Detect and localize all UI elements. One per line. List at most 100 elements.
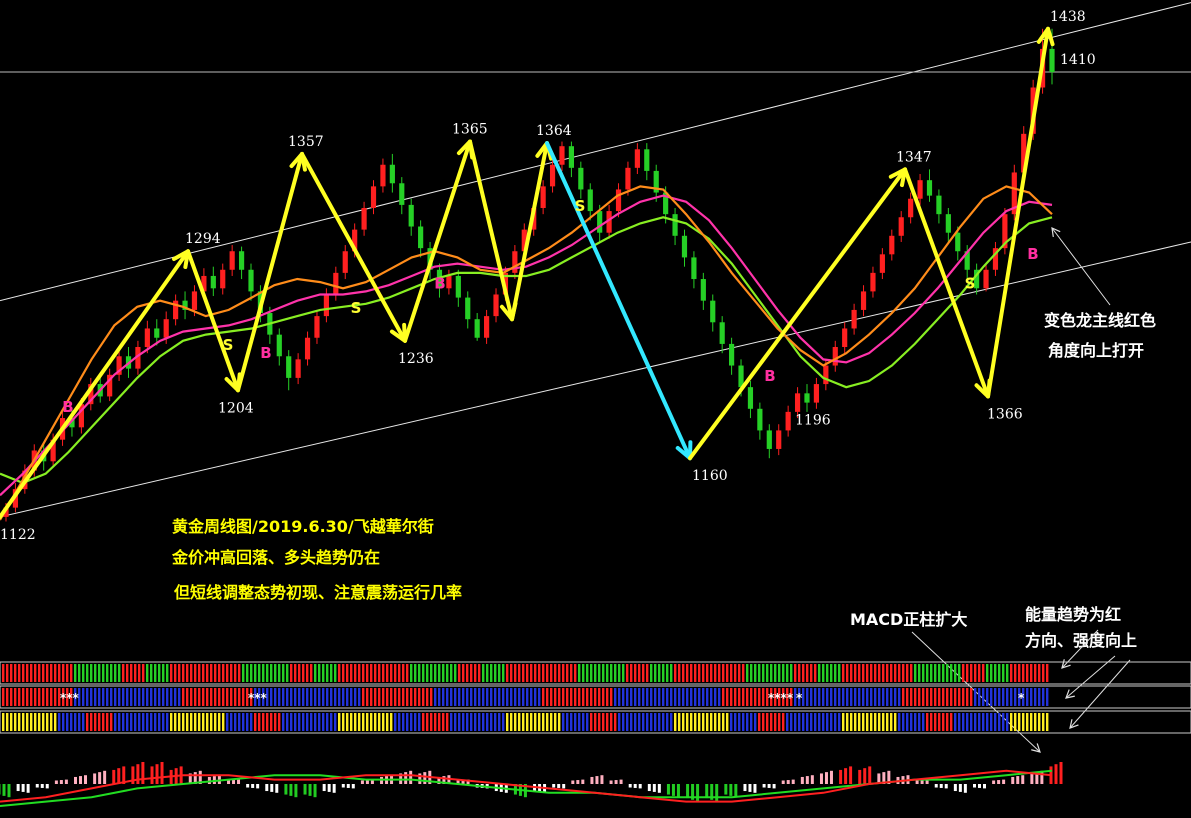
direction-bar (1010, 688, 1013, 706)
price-label: 1364 (536, 123, 572, 139)
energy-bar (394, 664, 397, 682)
energy-bar (230, 664, 233, 682)
strength-bar (834, 713, 837, 731)
candle-body (719, 322, 725, 344)
direction-bar (310, 688, 313, 706)
direction-bar (958, 688, 961, 706)
strength-bar (918, 713, 921, 731)
candle-body (418, 226, 424, 249)
strength-bar (638, 713, 641, 731)
strength-bar (14, 713, 17, 731)
energy-bar (18, 664, 21, 682)
band-marker: * (796, 691, 803, 705)
energy-bar (86, 664, 89, 682)
direction-bar (330, 688, 333, 706)
direction-bar (570, 688, 573, 706)
direction-bar (306, 688, 309, 706)
energy-bar (270, 664, 273, 682)
direction-bar (398, 688, 401, 706)
strength-bar (734, 713, 737, 731)
energy-bar (698, 664, 701, 682)
direction-bar (802, 688, 805, 706)
direction-bar (422, 688, 425, 706)
price-label: 1122 (0, 527, 36, 543)
energy-bar (398, 664, 401, 682)
direction-bar (650, 688, 653, 706)
strength-bar (526, 713, 529, 731)
strength-bar (358, 713, 361, 731)
energy-bar (974, 664, 977, 682)
strength-bar (738, 713, 741, 731)
strength-bar (490, 713, 493, 731)
energy-bar (490, 664, 493, 682)
strength-bar (594, 713, 597, 731)
energy-bar (482, 664, 485, 682)
energy-bar (562, 664, 565, 682)
direction-bar (994, 688, 997, 706)
strength-bar (386, 713, 389, 731)
direction-bar (90, 688, 93, 706)
direction-bar (834, 688, 837, 706)
direction-bar (462, 688, 465, 706)
energy-bar (710, 664, 713, 682)
candle-body (484, 316, 490, 338)
energy-bar (702, 664, 705, 682)
direction-bar (486, 688, 489, 706)
direction-bar (234, 688, 237, 706)
energy-bar (418, 664, 421, 682)
energy-bar (938, 664, 941, 682)
direction-bar (870, 688, 873, 706)
direction-bar (278, 688, 281, 706)
direction-bar (638, 688, 641, 706)
strength-bar (530, 713, 533, 731)
energy-bar (30, 664, 33, 682)
strength-bar (750, 713, 753, 731)
strength-bar (686, 713, 689, 731)
strength-bar (262, 713, 265, 731)
energy-bar (378, 664, 381, 682)
energy-bar (878, 664, 881, 682)
strength-bar (930, 713, 933, 731)
strength-bar (778, 713, 781, 731)
strength-bar (230, 713, 233, 731)
candle-body (804, 393, 810, 403)
strength-bar (754, 713, 757, 731)
direction-bar (702, 688, 705, 706)
energy-bar (478, 664, 481, 682)
energy-bar (70, 664, 73, 682)
direction-bar (882, 688, 885, 706)
energy-bar (802, 664, 805, 682)
strength-bar (714, 713, 717, 731)
strength-bar (486, 713, 489, 731)
energy-bar (778, 664, 781, 682)
energy-bar (946, 664, 949, 682)
energy-bar (242, 664, 245, 682)
direction-bar (842, 688, 845, 706)
candle-body (399, 183, 405, 205)
direction-bar (910, 688, 913, 706)
strength-bar (954, 713, 957, 731)
energy-bar (322, 664, 325, 682)
direction-bar (610, 688, 613, 706)
energy-bar (574, 664, 577, 682)
strength-bar (1010, 713, 1013, 731)
energy-bar (682, 664, 685, 682)
strength-bar (1026, 713, 1029, 731)
candle-body (681, 235, 688, 258)
energy-bar (898, 664, 901, 682)
energy-bar (630, 664, 633, 682)
strength-bar (598, 713, 601, 731)
energy-bar (382, 664, 385, 682)
direction-bar (750, 688, 753, 706)
direction-bar (402, 688, 405, 706)
strength-bar (590, 713, 593, 731)
strength-bar (174, 713, 177, 731)
direction-bar (50, 688, 53, 706)
energy-bar (106, 664, 109, 682)
energy-bar (758, 664, 761, 682)
direction-bar (526, 688, 529, 706)
direction-bar (82, 688, 85, 706)
energy-bar (446, 664, 449, 682)
direction-bar (1026, 688, 1029, 706)
direction-bar (814, 688, 817, 706)
